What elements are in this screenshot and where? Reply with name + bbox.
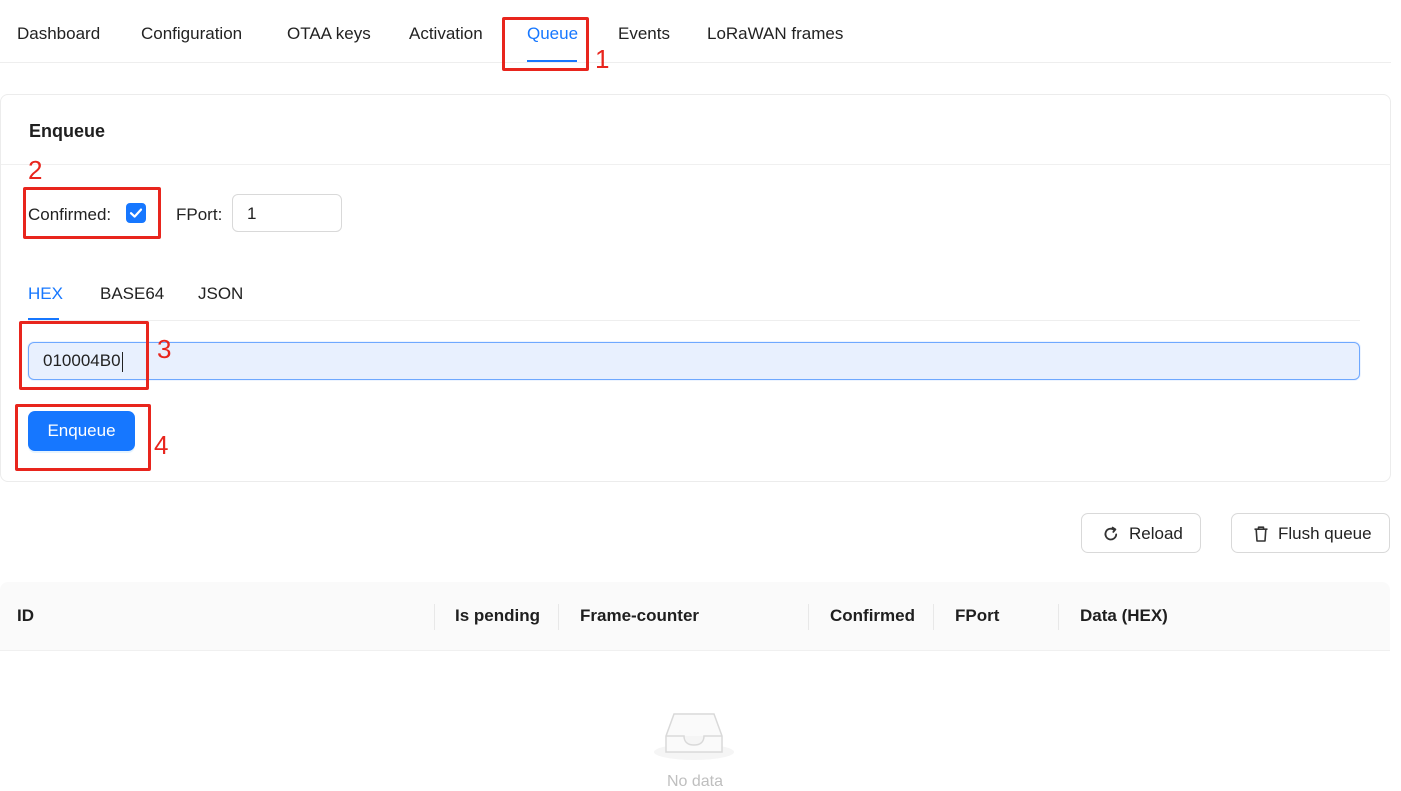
tab-dashboard[interactable]: Dashboard [17, 24, 100, 44]
tab-json[interactable]: JSON [198, 284, 243, 304]
column-is-pending: Is pending [455, 606, 540, 625]
column-divider [808, 604, 809, 630]
column-divider [1058, 604, 1059, 630]
tab-configuration[interactable]: Configuration [141, 24, 242, 44]
column-confirmed: Confirmed [830, 606, 915, 625]
tab-lorawan-frames[interactable]: LoRaWAN frames [707, 24, 843, 44]
flush-queue-label: Flush queue [1278, 524, 1372, 543]
tab-base64[interactable]: BASE64 [100, 284, 164, 304]
annotation-number-3: 3 [157, 334, 172, 364]
column-frame-counter: Frame-counter [580, 606, 700, 625]
annotation-number-4: 4 [154, 430, 169, 460]
tab-events[interactable]: Events [618, 24, 670, 44]
trash-icon [1254, 526, 1268, 542]
device-tabs: Dashboard Configuration OTAA keys Activa… [0, 0, 1391, 63]
column-divider [558, 604, 559, 630]
annotation-number-2: 2 [28, 155, 43, 185]
active-encoding-indicator [28, 318, 59, 320]
column-data-hex: Data (HEX) [1080, 606, 1168, 625]
column-divider [933, 604, 934, 630]
card-header: Enqueue [1, 95, 1390, 165]
annotation-number-1: 1 [595, 44, 610, 74]
column-id: ID [17, 606, 34, 625]
payload-encoding-tabs: HEX BASE64 JSON [28, 270, 1360, 321]
column-fport: FPort [955, 606, 1000, 625]
card-title: Enqueue [29, 121, 106, 141]
annotation-box-1 [502, 17, 589, 71]
flush-queue-button[interactable]: Flush queue [1231, 513, 1390, 553]
empty-state-text: No data [666, 773, 724, 790]
reload-icon [1104, 526, 1118, 541]
hex-payload-input[interactable]: 010004B0 [28, 342, 1360, 380]
annotation-box-2 [23, 187, 161, 239]
fport-input[interactable]: 1 [232, 194, 342, 232]
reload-button[interactable]: Reload [1081, 513, 1201, 553]
annotation-box-3 [19, 321, 149, 390]
column-divider [434, 604, 435, 630]
tab-hex[interactable]: HEX [28, 284, 63, 304]
reload-label: Reload [1129, 524, 1183, 543]
tab-otaa-keys[interactable]: OTAA keys [287, 24, 371, 44]
fport-label: FPort: [176, 205, 223, 224]
annotation-box-4 [15, 404, 151, 471]
tab-activation[interactable]: Activation [409, 24, 483, 44]
empty-inbox-icon [654, 713, 734, 760]
queue-table-header: ID Is pending Frame-counter Confirmed FP… [0, 582, 1390, 651]
